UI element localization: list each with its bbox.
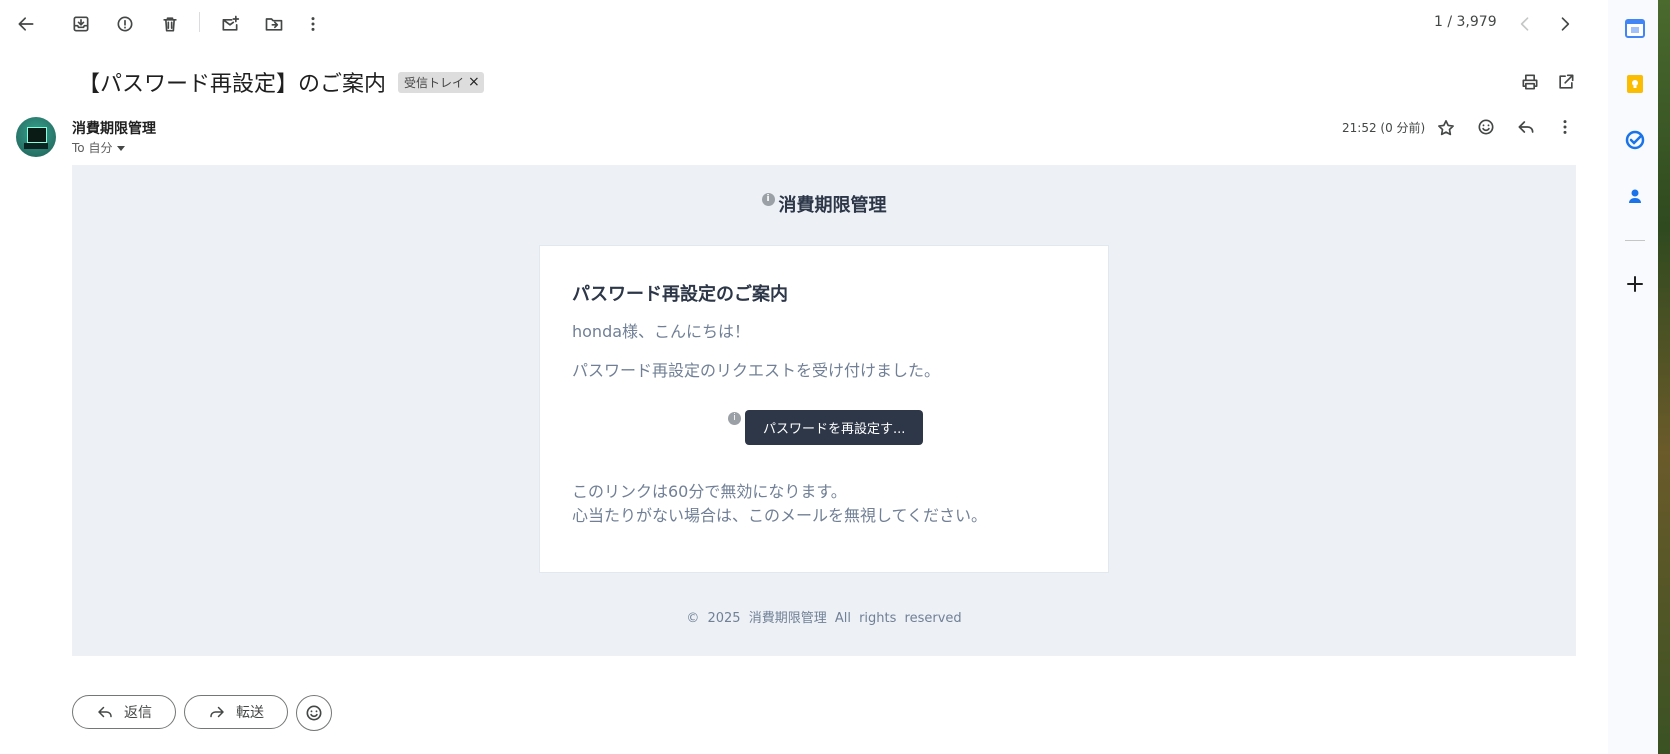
more-vert-icon bbox=[311, 17, 315, 31]
chevron-left-icon bbox=[1520, 17, 1529, 31]
move-to-button[interactable] bbox=[254, 4, 294, 44]
reply-icon bbox=[98, 706, 112, 718]
toolbar-divider bbox=[199, 12, 200, 32]
ignore-text: 心当たりがない場合は、このメールを無視してください。 bbox=[572, 506, 988, 525]
greeting-text: honda様、こんにちは！ bbox=[572, 322, 751, 341]
message-more-button[interactable] bbox=[1545, 107, 1585, 147]
forward-icon bbox=[210, 706, 224, 718]
reset-password-button[interactable]: パスワードを再設定す... bbox=[745, 410, 924, 445]
more-options-button[interactable] bbox=[293, 4, 333, 44]
sender-avatar[interactable] bbox=[16, 117, 56, 157]
contacts-app-button[interactable] bbox=[1625, 186, 1645, 206]
recipient-text: To 自分 bbox=[72, 141, 113, 155]
smiley-icon bbox=[306, 705, 322, 721]
expiry-text: このリンクは60分で無効になります。 bbox=[572, 482, 847, 501]
open-in-new-icon bbox=[1559, 74, 1574, 89]
reply-label: 返信 bbox=[124, 705, 152, 721]
more-vert-icon bbox=[1563, 120, 1567, 134]
get-addons-button[interactable] bbox=[1625, 274, 1645, 294]
brand-header: i 消費期限管理 bbox=[72, 191, 1576, 217]
forward-action-button[interactable]: 転送 bbox=[184, 695, 288, 729]
reply-button[interactable] bbox=[1506, 107, 1546, 147]
remove-label-button[interactable]: × bbox=[468, 74, 480, 90]
print-button[interactable] bbox=[1510, 62, 1550, 102]
email-body: i 消費期限管理 パスワード再設定のご案内 honda様、こんにちは！ パスワード… bbox=[72, 165, 1576, 656]
reset-button-wrap: i パスワードを再設定す... bbox=[728, 410, 924, 445]
tasks-icon bbox=[1625, 130, 1645, 150]
emoji-reaction-button[interactable] bbox=[1466, 107, 1506, 147]
archive-icon bbox=[73, 16, 89, 32]
reply-icon bbox=[1518, 121, 1534, 133]
email-card: パスワード再設定のご案内 honda様、こんにちは！ パスワード再設定のリクエス… bbox=[539, 245, 1109, 573]
archive-button[interactable] bbox=[61, 4, 101, 44]
request-text: パスワード再設定のリクエストを受け付けました。 bbox=[572, 361, 941, 380]
report-spam-button[interactable] bbox=[105, 4, 145, 44]
plus-icon bbox=[1627, 276, 1643, 292]
arrow-left-icon bbox=[18, 17, 34, 31]
image-info-icon[interactable]: i bbox=[761, 193, 775, 206]
calendar-app-button[interactable] bbox=[1625, 18, 1645, 38]
contacts-icon bbox=[1629, 189, 1641, 203]
report-spam-icon bbox=[117, 16, 133, 32]
email-subject-row: 【パスワード再設定】のご案内 受信トレイ × bbox=[78, 66, 484, 98]
card-title: パスワード再設定のご案内 bbox=[572, 284, 788, 305]
side-panel-divider bbox=[1625, 240, 1645, 241]
forward-label: 転送 bbox=[236, 705, 264, 721]
older-button[interactable] bbox=[1545, 4, 1585, 44]
trash-icon bbox=[163, 17, 177, 32]
reply-action-button[interactable]: 返信 bbox=[72, 695, 176, 729]
back-button[interactable] bbox=[6, 4, 46, 44]
caret-down-icon bbox=[117, 145, 126, 151]
email-subject: 【パスワード再設定】のご案内 bbox=[78, 72, 387, 97]
star-icon bbox=[1438, 120, 1454, 136]
move-to-icon bbox=[265, 18, 283, 31]
expiry-notice: このリンクは60分で無効になります。 心当たりがない場合は、このメールを無視して… bbox=[572, 480, 987, 528]
image-info-icon[interactable]: i bbox=[728, 412, 741, 425]
sender-name[interactable]: 消費期限管理 bbox=[72, 118, 156, 138]
smiley-icon bbox=[1478, 119, 1494, 135]
mark-unread-icon bbox=[222, 15, 240, 31]
tasks-app-button[interactable] bbox=[1625, 130, 1645, 150]
open-new-window-button[interactable] bbox=[1546, 62, 1586, 102]
message-counter: 1 / 3,979 bbox=[1434, 14, 1497, 30]
calendar-icon bbox=[1625, 19, 1645, 38]
newer-button[interactable] bbox=[1505, 4, 1545, 44]
email-timestamp: 21:52 (0 分前) bbox=[1342, 121, 1426, 135]
side-panel bbox=[1608, 0, 1658, 754]
keep-icon bbox=[1627, 75, 1643, 93]
window-edge bbox=[1658, 0, 1670, 754]
label-chip-inbox: 受信トレイ × bbox=[398, 71, 484, 93]
star-button[interactable] bbox=[1426, 108, 1466, 148]
recipient-details[interactable]: To 自分 bbox=[72, 139, 126, 156]
label-chip-text: 受信トレイ bbox=[404, 75, 465, 90]
email-footer: © 2025 消費期限管理 All rights reserved bbox=[686, 611, 962, 626]
keep-app-button[interactable] bbox=[1625, 74, 1645, 94]
printer-icon bbox=[1522, 74, 1538, 90]
emoji-react-action-button[interactable] bbox=[296, 695, 332, 731]
chevron-right-icon bbox=[1561, 17, 1570, 31]
delete-button[interactable] bbox=[150, 4, 190, 44]
mark-unread-button[interactable] bbox=[210, 4, 250, 44]
brand-name: 消費期限管理 bbox=[778, 195, 887, 216]
